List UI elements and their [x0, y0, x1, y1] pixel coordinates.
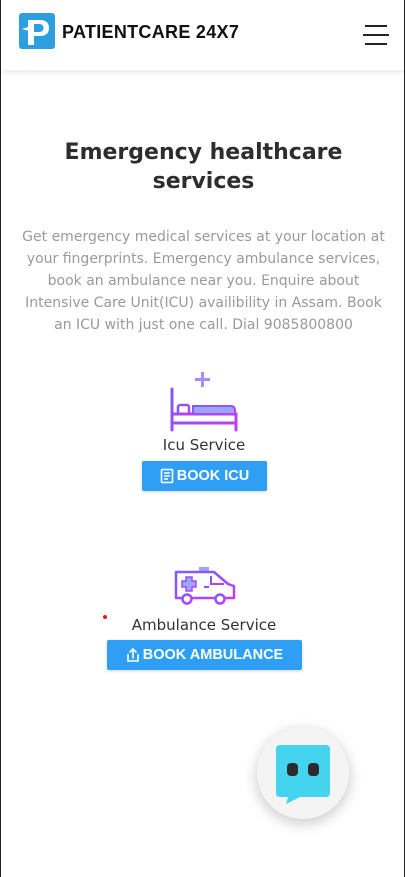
book-icu-label: BOOK ICU — [176, 468, 250, 484]
red-dot — [103, 615, 107, 619]
share-icon — [126, 647, 139, 662]
book-ambulance-button[interactable]: BOOK AMBULANCE — [107, 640, 302, 670]
page-title: Emergency healthcare services — [64, 140, 343, 194]
hospital-bed-icon — [170, 372, 238, 432]
patientcare-logo-icon[interactable] — [19, 13, 55, 49]
book-ambulance-label: BOOK AMBULANCE — [142, 647, 284, 663]
document-icon — [160, 468, 174, 484]
brand-name[interactable]: PATIENTCARE 24X7 — [62, 22, 239, 43]
hamburger-menu-icon[interactable] — [363, 25, 389, 47]
ambulance-icon — [174, 567, 236, 605]
book-icu-button[interactable]: BOOK ICU — [142, 461, 267, 491]
icu-service-label: Icu Service — [162, 436, 246, 454]
chat-widget-button[interactable] — [257, 727, 349, 819]
chatbot-icon — [276, 745, 330, 804]
ambulance-service-label: Ambulance Service — [131, 616, 277, 634]
top-navbar: PATIENTCARE 24X7 — [1, 0, 404, 70]
intro-text: Get emergency medical services at your l… — [22, 229, 385, 333]
